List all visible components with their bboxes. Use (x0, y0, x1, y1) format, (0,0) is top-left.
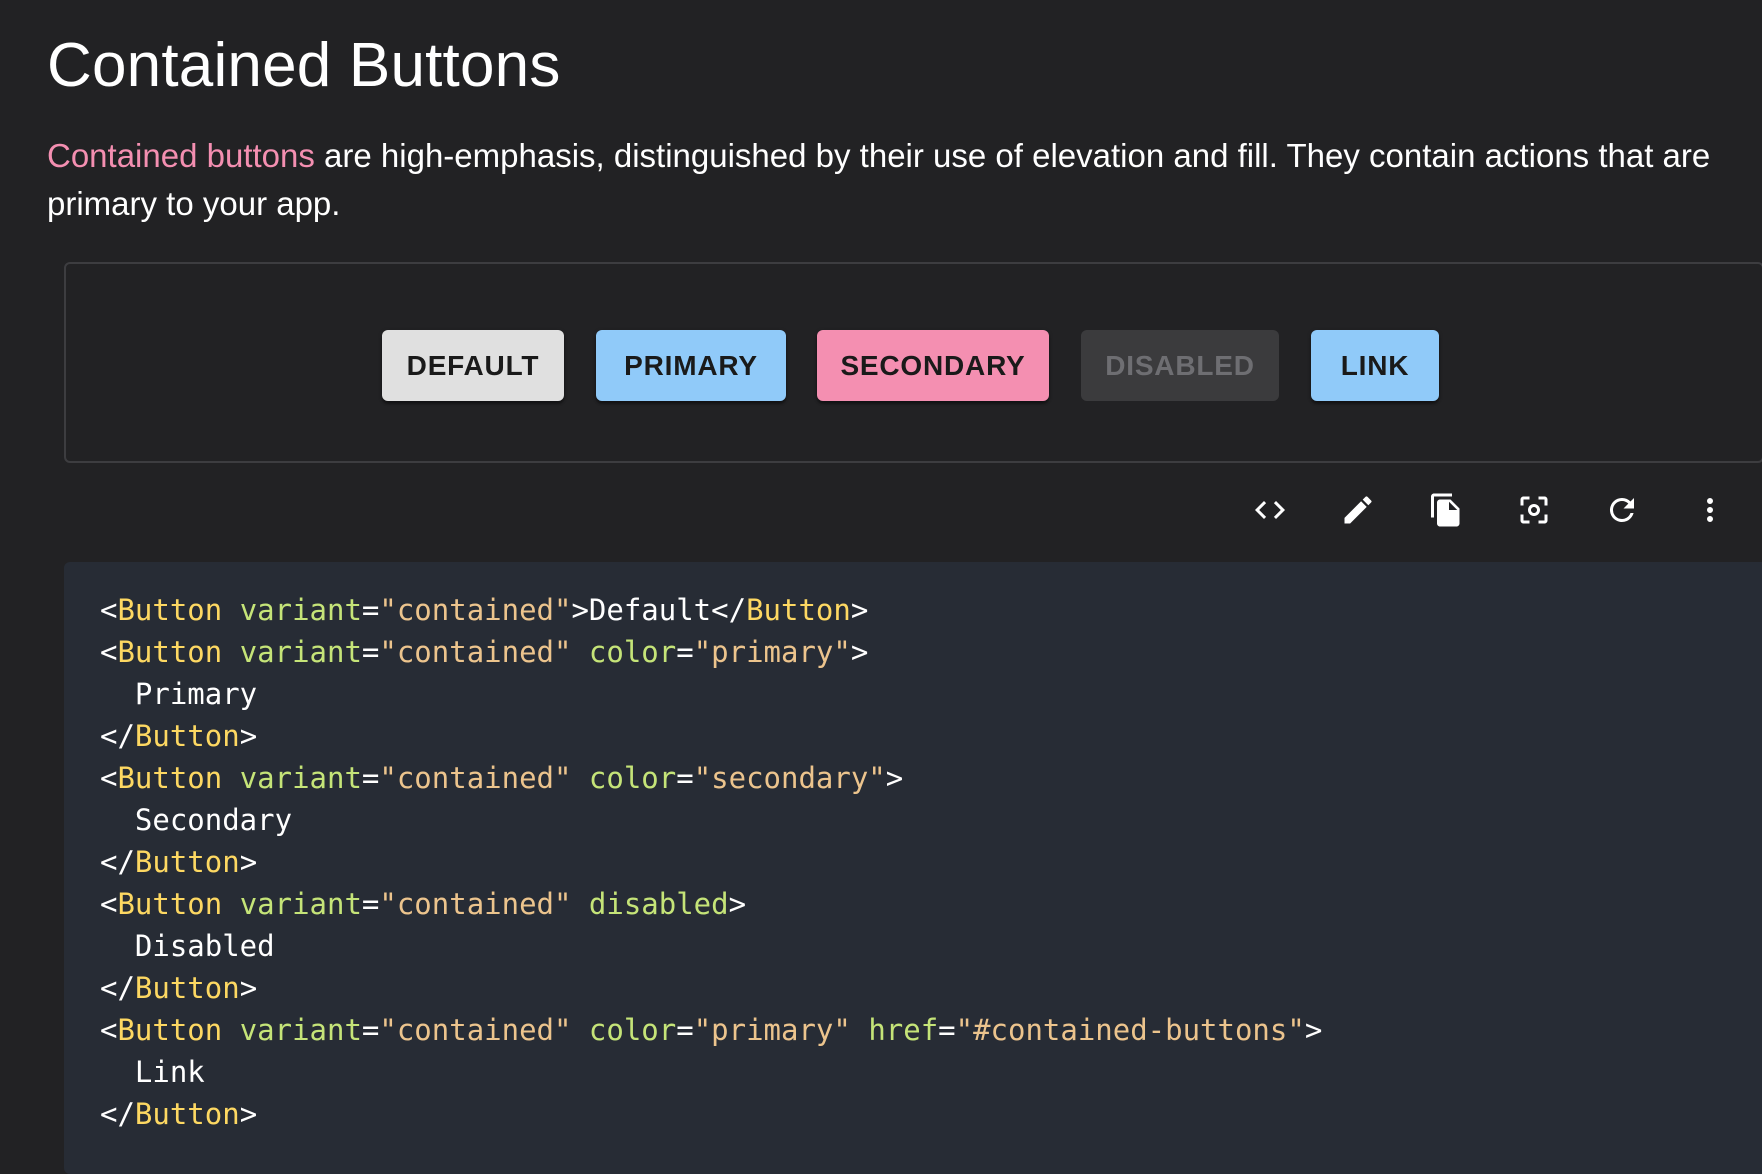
code-line: </Button> (100, 971, 258, 1005)
secondary-button[interactable]: SECONDARY (817, 330, 1049, 401)
section-description: Contained buttons are high-emphasis, dis… (47, 132, 1727, 228)
code-line: <Button variant="contained">Default</But… (100, 593, 869, 627)
screenshot-icon[interactable] (1504, 480, 1564, 540)
disabled-button: DISABLED (1081, 330, 1279, 401)
code-line: Secondary (100, 803, 293, 837)
contained-buttons-link[interactable]: Contained buttons (47, 137, 315, 174)
code-icon[interactable] (1240, 480, 1300, 540)
code-line: </Button> (100, 845, 258, 879)
code-line: <Button variant="contained" color="secon… (100, 761, 904, 795)
code-line: <Button variant="contained" disabled> (100, 887, 747, 921)
code-line: Disabled (100, 929, 275, 963)
more-vert-icon[interactable] (1680, 480, 1740, 540)
code-line: </Button> (100, 1097, 258, 1131)
demo-area: DEFAULT PRIMARY SECONDARY DISABLED LINK (64, 262, 1762, 463)
copy-icon[interactable] (1416, 480, 1476, 540)
refresh-icon[interactable] (1592, 480, 1652, 540)
edit-icon[interactable] (1328, 480, 1388, 540)
demo-toolbar (1240, 480, 1750, 540)
code-line: Link (100, 1055, 205, 1089)
primary-button[interactable]: PRIMARY (596, 330, 786, 401)
code-line: </Button> (100, 719, 258, 753)
default-button[interactable]: DEFAULT (382, 330, 564, 401)
link-button[interactable]: LINK (1311, 330, 1439, 401)
page-title: Contained Buttons (47, 31, 561, 100)
code-line: <Button variant="contained" color="prima… (100, 635, 869, 669)
code-line: <Button variant="contained" color="prima… (100, 1013, 1323, 1047)
page: Contained Buttons Contained buttons are … (0, 0, 1762, 1174)
code-block[interactable]: <Button variant="contained">Default</But… (64, 562, 1762, 1174)
code-line: Primary (100, 677, 258, 711)
